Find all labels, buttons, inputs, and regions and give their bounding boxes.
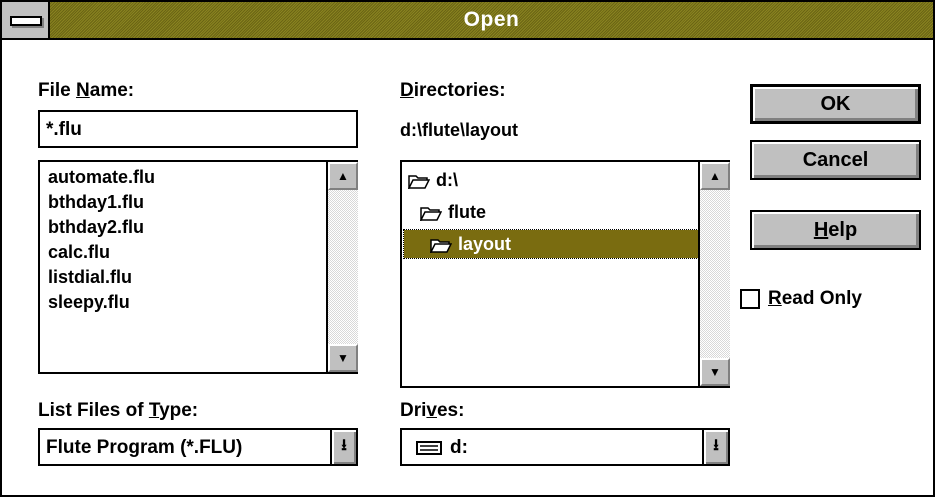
drive-icon bbox=[416, 441, 442, 455]
file-name-value: *.flu bbox=[46, 119, 82, 140]
system-menu-button[interactable] bbox=[2, 2, 50, 38]
open-folder-icon bbox=[408, 175, 430, 190]
file-type-label: List Files of Type: bbox=[38, 400, 199, 421]
drives-value: d: bbox=[450, 437, 468, 458]
scroll-down-icon[interactable]: ▼ bbox=[700, 358, 730, 386]
file-list[interactable]: automate.flu bthday1.flu bthday2.flu cal… bbox=[38, 160, 358, 374]
directory-item-layout[interactable]: layout bbox=[403, 229, 699, 259]
directory-item-root[interactable]: d:\ bbox=[408, 166, 458, 194]
scroll-up-icon[interactable]: ▲ bbox=[700, 162, 730, 190]
list-item[interactable]: bthday2.flu bbox=[48, 215, 155, 240]
read-only-checkbox[interactable] bbox=[740, 289, 760, 309]
list-item[interactable]: automate.flu bbox=[48, 165, 155, 190]
drives-label: Drives: bbox=[400, 400, 465, 421]
window-title: Open bbox=[463, 8, 520, 31]
drives-dropdown[interactable]: d: ⭳ bbox=[400, 428, 730, 466]
file-list-items: automate.flu bthday1.flu bthday2.flu cal… bbox=[48, 165, 155, 315]
directory-item-flute[interactable]: flute bbox=[420, 198, 486, 226]
help-button[interactable]: Help bbox=[750, 210, 921, 250]
system-menu-icon bbox=[10, 16, 42, 26]
title-bar[interactable]: Open bbox=[2, 2, 933, 40]
open-dialog: Open File Name: *.flu automate.flu bthda… bbox=[0, 0, 935, 497]
file-list-scrollbar[interactable]: ▲ ▼ bbox=[326, 162, 358, 372]
cancel-button[interactable]: Cancel bbox=[750, 140, 921, 180]
list-item[interactable]: calc.flu bbox=[48, 240, 155, 265]
file-type-dropdown[interactable]: Flute Program (*.FLU) ⭳ bbox=[38, 428, 358, 466]
directory-list-scrollbar[interactable]: ▲ ▼ bbox=[698, 162, 730, 386]
open-folder-icon bbox=[430, 239, 452, 254]
ok-button[interactable]: OK bbox=[750, 84, 921, 124]
read-only-label[interactable]: Read Only bbox=[768, 288, 862, 310]
directories-label: Directories: bbox=[400, 80, 506, 101]
current-directory-path: d:\flute\layout bbox=[400, 120, 518, 140]
file-type-value: Flute Program (*.FLU) bbox=[46, 437, 243, 458]
chevron-down-icon[interactable]: ⭳ bbox=[330, 430, 356, 464]
list-item[interactable]: listdial.flu bbox=[48, 265, 155, 290]
list-item[interactable]: sleepy.flu bbox=[48, 290, 155, 315]
scroll-up-icon[interactable]: ▲ bbox=[328, 162, 358, 190]
chevron-down-icon[interactable]: ⭳ bbox=[702, 430, 728, 464]
open-folder-icon bbox=[420, 207, 442, 222]
file-name-input[interactable]: *.flu bbox=[38, 110, 358, 148]
directory-list[interactable]: d:\ flute layout ▲ ▼ bbox=[400, 160, 730, 388]
scroll-down-icon[interactable]: ▼ bbox=[328, 344, 358, 372]
list-item[interactable]: bthday1.flu bbox=[48, 190, 155, 215]
file-name-label: File Name: bbox=[38, 80, 135, 101]
